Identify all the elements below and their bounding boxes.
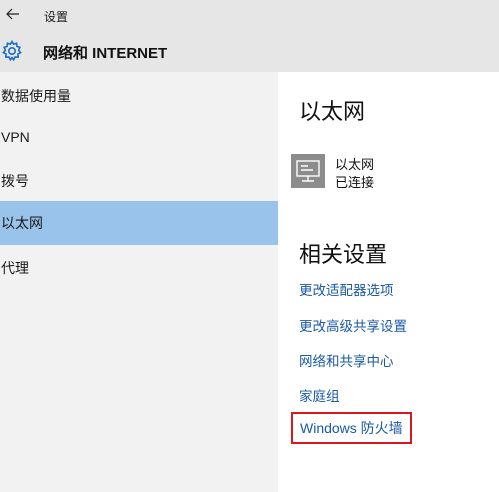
sidebar-item-label: 以太网 [1, 215, 43, 231]
header-bar: 设置 网络和 INTERNET [0, 0, 499, 72]
back-button[interactable] [2, 3, 24, 25]
link-homegroup[interactable]: 家庭组 [299, 385, 340, 405]
sidebar-item-label: VPN [1, 129, 30, 145]
page-title: 网络和 INTERNET [43, 45, 168, 62]
sidebar-item-label: 数据使用量 [1, 88, 71, 104]
sidebar-item-label: 拨号 [1, 173, 29, 189]
link-windows-firewall[interactable]: Windows 防火墙 [291, 412, 412, 444]
sidebar-item-proxy[interactable]: 代理 [0, 246, 278, 290]
link-advanced-sharing-settings[interactable]: 更改高级共享设置 [299, 315, 407, 335]
ethernet-connection-tile[interactable] [291, 154, 325, 188]
related-settings-title: 相关设置 [299, 242, 388, 267]
sidebar-item-data-usage[interactable]: 数据使用量 [0, 74, 278, 118]
sidebar: 数据使用量 VPN 拨号 以太网 代理 [0, 72, 278, 492]
link-network-sharing-center[interactable]: 网络和共享中心 [299, 350, 394, 370]
back-arrow-icon [6, 8, 19, 20]
ethernet-monitor-icon [296, 160, 320, 182]
sidebar-item-vpn[interactable]: VPN [0, 115, 278, 159]
sidebar-item-dialup[interactable]: 拨号 [0, 159, 278, 203]
gear-icon [2, 40, 22, 62]
connection-status: 已连接 [335, 175, 375, 190]
main-content: 以太网 以太网 已连接 相关设置 更改适配器选项 更改高级共享设置 网络和共享中… [278, 72, 499, 492]
connection-name[interactable]: 以太网 [335, 154, 374, 173]
sidebar-item-ethernet[interactable]: 以太网 [0, 201, 278, 245]
link-change-adapter-options[interactable]: 更改适配器选项 [299, 279, 394, 299]
breadcrumb: 设置 [44, 10, 69, 24]
section-title-ethernet: 以太网 [299, 99, 366, 124]
sidebar-item-label: 代理 [1, 260, 29, 276]
